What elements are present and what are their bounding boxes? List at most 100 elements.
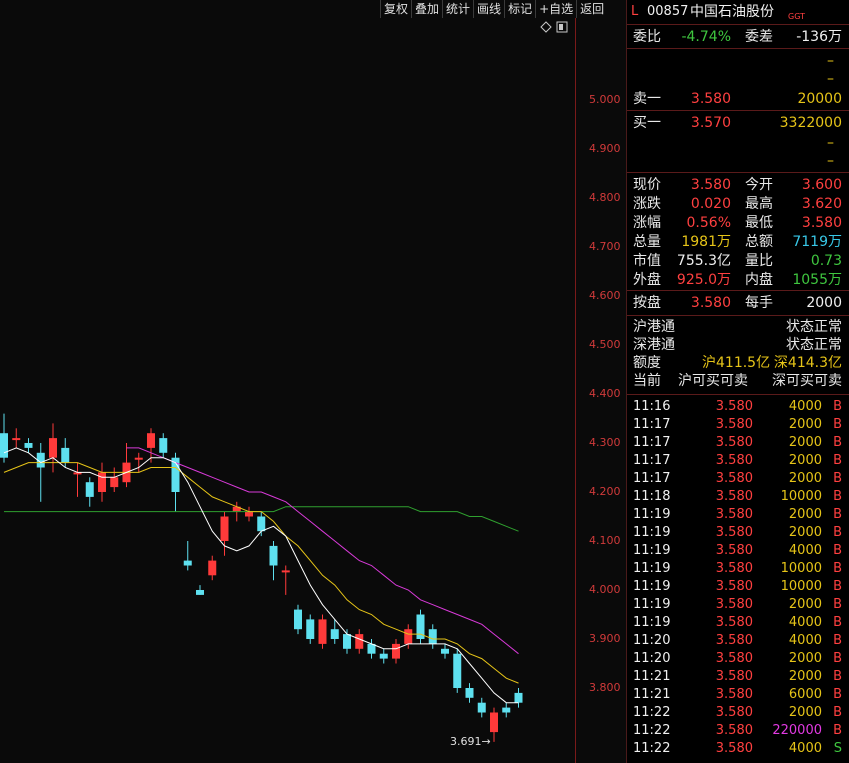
price-tick-label: 5.000 — [589, 93, 621, 106]
candle-down — [257, 516, 266, 532]
price-tick-label: 4.600 — [589, 289, 621, 302]
tick-price: 3.580 — [715, 705, 753, 720]
tick-row: 11:16 3.580 4000 B — [627, 398, 849, 416]
tick-volume: 2000 — [788, 597, 822, 612]
tick-price: 3.580 — [715, 489, 753, 504]
divider — [627, 48, 849, 49]
tick-time: 11:20 — [633, 633, 671, 648]
tick-side: B — [833, 399, 842, 414]
tick-volume: 2000 — [788, 651, 822, 666]
tick-time: 11:19 — [633, 615, 671, 630]
price-tick-label: 4.400 — [589, 387, 621, 400]
candle-down — [514, 692, 523, 703]
price-tick-label: 4.700 — [589, 240, 621, 253]
divider — [627, 315, 849, 316]
tick-volume: 2000 — [788, 705, 822, 720]
lot-value: 2000 — [806, 295, 842, 311]
stat-value: 0.73 — [810, 253, 842, 269]
quote-panel: L 00857 中国石油股份 GGT 委比 -4.74% 委差 -136万 – … — [626, 0, 849, 763]
candle-up — [12, 438, 21, 441]
candle-up — [404, 629, 413, 644]
tick-time: 11:16 — [633, 399, 671, 414]
tick-row: 11:19 3.580 2000 B — [627, 524, 849, 542]
stat-label: 现价 — [633, 177, 661, 193]
tick-volume: 2000 — [788, 435, 822, 450]
tick-row: 11:19 3.580 2000 B — [627, 506, 849, 524]
price-tick-label: 4.000 — [589, 583, 621, 596]
tick-price: 3.580 — [715, 687, 753, 702]
tick-price: 3.580 — [715, 561, 753, 576]
tick-volume: 2000 — [788, 507, 822, 522]
tick-side: B — [833, 507, 842, 522]
tick-side: B — [833, 435, 842, 450]
candle-plot — [0, 413, 523, 742]
tick-time: 11:22 — [633, 741, 671, 756]
stat-value: 3.580 — [801, 215, 842, 231]
tick-row: 11:19 3.580 4000 B — [627, 542, 849, 560]
tick-price: 3.580 — [715, 651, 753, 666]
tick-time: 11:19 — [633, 579, 671, 594]
tick-volume: 10000 — [780, 561, 822, 576]
tick-price: 3.580 — [715, 399, 753, 414]
buy-level-empty: – — [827, 153, 834, 169]
stat-label: 今开 — [745, 177, 773, 193]
arrow-right-icon: → — [481, 734, 491, 748]
tick-side: B — [833, 633, 842, 648]
tick-time: 11:21 — [633, 687, 671, 702]
tick-row: 11:18 3.580 10000 B — [627, 488, 849, 506]
tick-time: 11:19 — [633, 597, 671, 612]
sell-level-empty: – — [827, 53, 834, 69]
tick-price: 3.580 — [715, 417, 753, 432]
tick-time: 11:17 — [633, 435, 671, 450]
candle-up — [208, 560, 217, 576]
sell-level-empty: – — [827, 71, 834, 87]
stat-row: 市值 755.3亿 量比 0.73 — [627, 252, 849, 270]
tick-side: B — [833, 489, 842, 504]
tick-row: 11:19 3.580 2000 B — [627, 596, 849, 614]
tick-volume: 10000 — [780, 579, 822, 594]
price-tick-label: 3.900 — [589, 632, 621, 645]
tick-price: 3.580 — [715, 579, 753, 594]
candle-up — [245, 511, 253, 517]
candle-down — [85, 482, 94, 497]
tick-side: B — [833, 615, 842, 630]
stat-value: 3.580 — [690, 177, 731, 193]
tick-price: 3.580 — [715, 723, 753, 738]
tick-time: 11:22 — [633, 723, 671, 738]
stat-value: 1981万 — [681, 234, 731, 250]
back-button[interactable]: 返回 — [576, 0, 607, 18]
tick-row: 11:22 3.580 220000 B — [627, 722, 849, 740]
price-tick-label: 4.300 — [589, 436, 621, 449]
low-price-value: 3.691 — [450, 734, 482, 748]
kline-chart[interactable]: 复权 叠加 统计 画线 标记 +自选 返回 5.000 4.900 4.800 4.7… — [0, 0, 626, 763]
candle-up — [392, 643, 400, 659]
stock-code: 00857 — [647, 4, 689, 19]
sell1-volume: 20000 — [797, 91, 842, 107]
tick-time: 11:17 — [633, 453, 671, 468]
candle-down — [294, 609, 302, 630]
candle-down — [196, 590, 204, 595]
divider — [627, 394, 849, 395]
candle-up — [220, 516, 229, 541]
tick-side: B — [833, 687, 842, 702]
candle-down — [0, 433, 8, 458]
stat-row: 涨幅 0.56% 最低 3.580 — [627, 214, 849, 232]
price-axis-line — [575, 18, 576, 763]
tick-volume: 220000 — [772, 723, 822, 738]
tick-side: B — [833, 579, 842, 594]
tick-price: 3.580 — [715, 633, 753, 648]
divider — [627, 290, 849, 291]
stock-name: 中国石油股份 — [690, 4, 774, 20]
tick-side: B — [833, 669, 842, 684]
tick-row: 11:20 3.580 4000 B — [627, 632, 849, 650]
weicha-label: 委差 — [745, 29, 773, 45]
quota-row: 额度 沪411.5亿 深414.3亿 — [633, 355, 842, 371]
tick-side: B — [833, 561, 842, 576]
anpan-value: 3.580 — [690, 295, 731, 311]
tick-time: 11:21 — [633, 669, 671, 684]
hk-sz-connect-row: 深港通 状态正常 — [633, 337, 842, 353]
stat-label: 最高 — [745, 196, 773, 212]
tick-time: 11:19 — [633, 543, 671, 558]
tick-volume: 4000 — [788, 615, 822, 630]
tick-volume: 10000 — [780, 489, 822, 504]
